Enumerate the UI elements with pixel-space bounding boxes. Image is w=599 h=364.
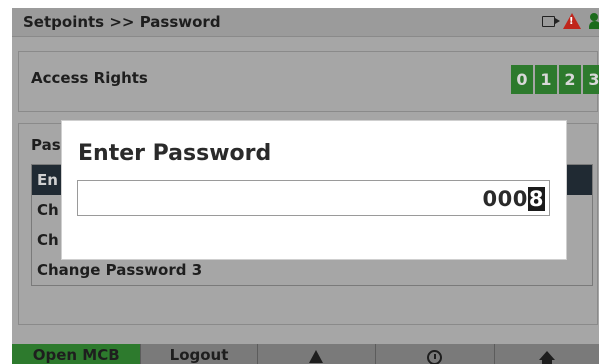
dialog-title: Enter Password [78, 141, 272, 166]
alarm-button[interactable] [258, 344, 377, 364]
breadcrumb: Setpoints >> Password [23, 13, 221, 31]
password-cursor-digit[interactable]: 8 [527, 187, 545, 211]
home-button[interactable] [495, 344, 599, 364]
status-icons: ! [542, 13, 599, 29]
open-mcb-button[interactable]: Open MCB [12, 344, 142, 364]
user-icon[interactable] [589, 13, 599, 29]
password-input[interactable]: 0008 [77, 180, 550, 216]
access-level-3: 3 [583, 65, 599, 94]
password-value: 0008 [483, 187, 545, 211]
access-level-1: 1 [535, 65, 557, 94]
enter-password-dialog: Enter Password 0008 [61, 120, 567, 260]
access-level-2: 2 [559, 65, 581, 94]
warning-glyph: ! [569, 16, 574, 27]
warning-icon[interactable]: ! [563, 13, 581, 29]
history-button[interactable] [376, 344, 495, 364]
access-rights-label: Access Rights [31, 69, 148, 87]
access-level-0: 0 [511, 65, 533, 94]
logout-button[interactable]: Logout [141, 344, 258, 364]
title-bar: Setpoints >> Password ! [12, 8, 599, 37]
home-icon [538, 351, 555, 364]
alarm-icon [309, 350, 324, 363]
password-digits: 000 [482, 187, 528, 211]
access-levels: 0 1 2 3 [511, 65, 599, 94]
history-icon [427, 350, 443, 364]
camera-icon [542, 15, 560, 27]
bottom-bar: Open MCB Logout [12, 344, 599, 364]
password-panel-heading: Pas [31, 136, 61, 154]
access-rights-panel: Access Rights 0 1 2 3 [18, 51, 599, 112]
